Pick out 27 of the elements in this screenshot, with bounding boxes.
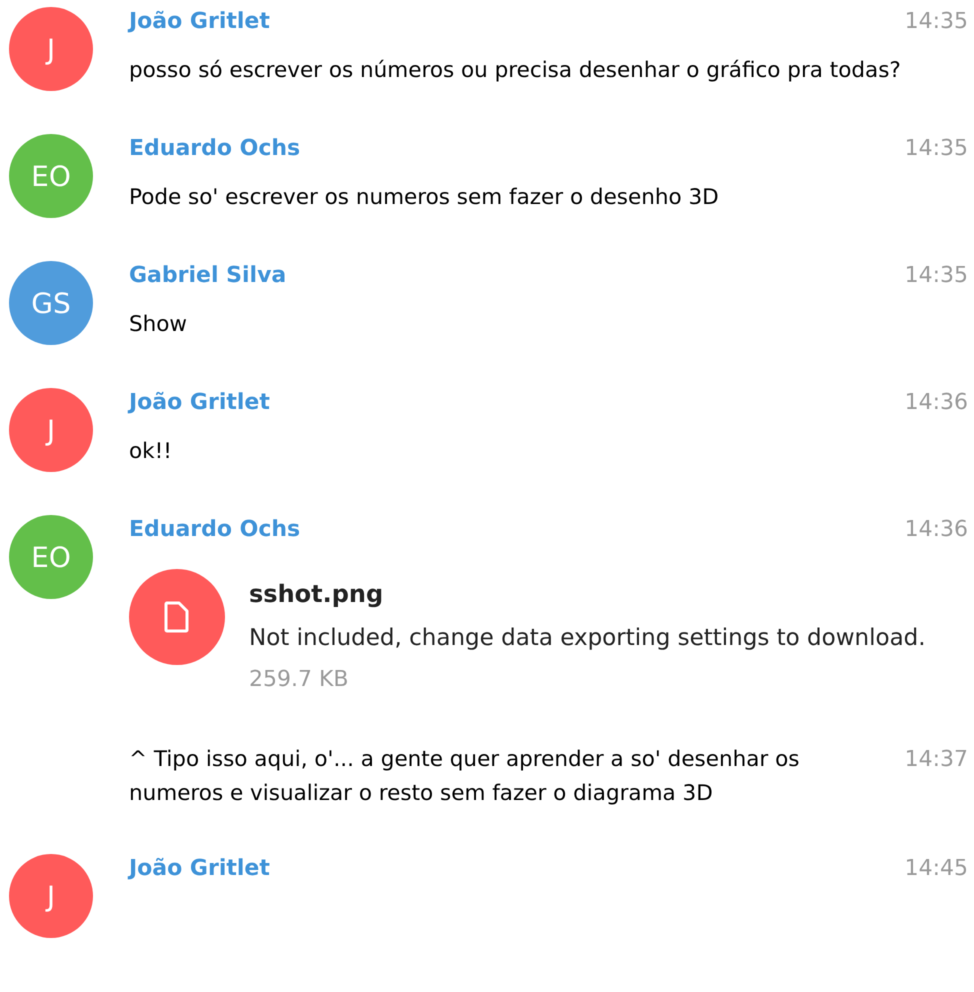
author-name: Eduardo Ochs: [129, 516, 300, 544]
avatar: EO: [9, 515, 93, 599]
file-name: sshot.png: [249, 579, 384, 610]
file-size: 259.7 KB: [249, 666, 350, 694]
message-text: Show: [129, 311, 188, 339]
author-name: Eduardo Ochs: [129, 135, 300, 163]
author-name: João Gritlet: [129, 855, 270, 883]
message-time: 14:36: [904, 516, 968, 544]
avatar: EO: [9, 134, 93, 218]
author-name: Gabriel Silva: [129, 262, 286, 290]
message-text: posso só escrever os números ou precisa desenhar o gráfico pra todas?: [129, 57, 902, 85]
avatar: J: [9, 388, 93, 472]
avatar: J: [9, 7, 93, 91]
message-time: 14:35: [904, 262, 968, 290]
message-time: 14:37: [904, 746, 968, 774]
message-time: 14:45: [904, 855, 968, 883]
message-text: Pode so' escrever os numeros sem fazer o desenho 3D: [129, 184, 720, 212]
message-text: ^ Tipo isso aqui, o'... a gente quer aprender a so' desenhar os numeros e visualizar o resto sem fazer o diagrama 3D: [129, 746, 800, 808]
avatar: GS: [9, 261, 93, 345]
author-name: João Gritlet: [129, 8, 270, 36]
message-time: 14:35: [904, 135, 968, 163]
author-name: João Gritlet: [129, 389, 270, 417]
avatar: J: [9, 854, 93, 938]
message-time: 14:35: [904, 8, 968, 36]
message-time: 14:36: [904, 389, 968, 417]
file-note: Not included, change data exporting settings to download.: [249, 624, 926, 653]
message-text: ok!!: [129, 438, 173, 466]
